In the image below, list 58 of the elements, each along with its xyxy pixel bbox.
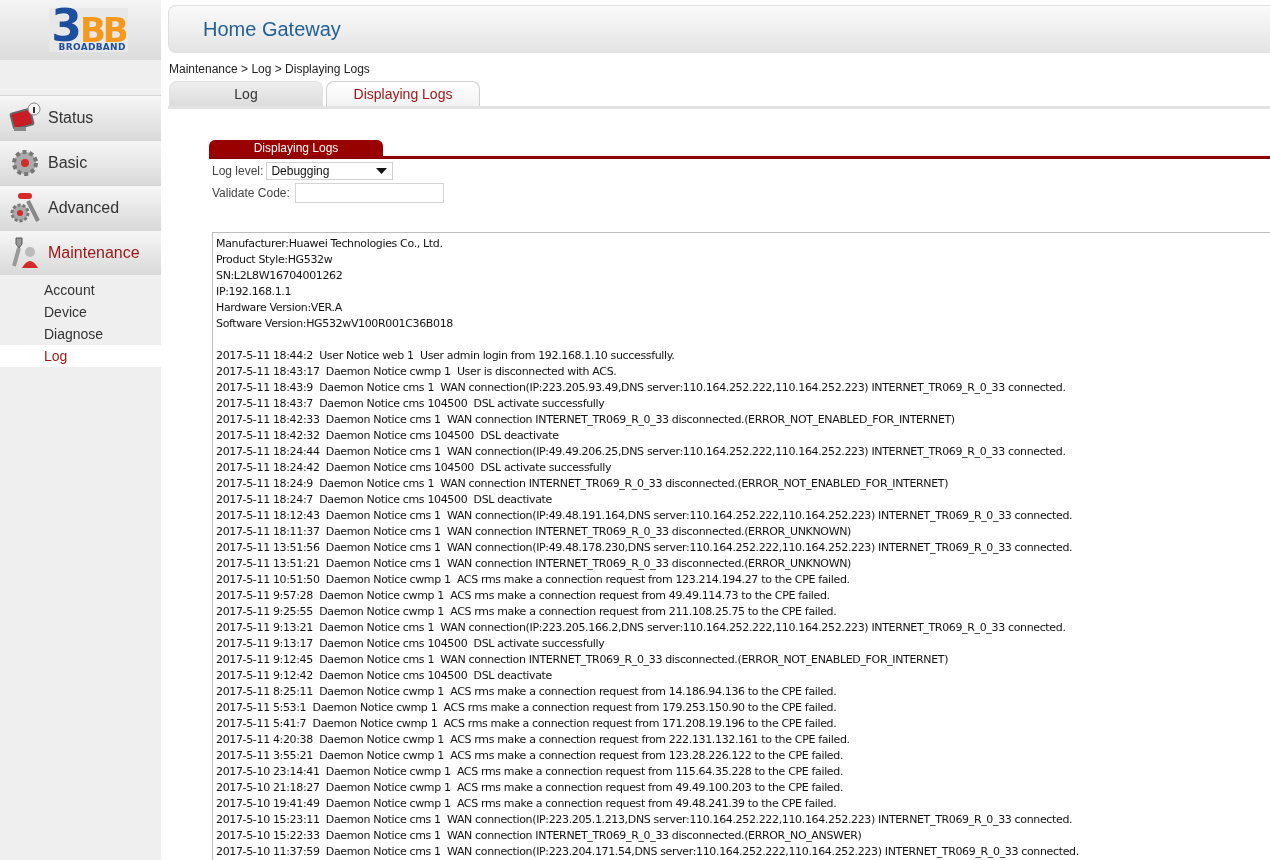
- log-line: 2017-5-11 9:12:45 Daemon Notice cms 1 WAN connection INTERNET_TR069_R_0_33 disconnected.(ERROR_NOT_ENABLED_FOR_INTERNET): [216, 652, 950, 668]
- log-line: 2017-5-10 19:41:49 Daemon Notice cwmp 1 ACS rms make a connection request from 49.48.241.39 to the CPE failed.: [216, 796, 838, 812]
- log-line: 2017-5-11 18:43:7 Daemon Notice cms 104500 DSL activate successfully: [216, 396, 606, 412]
- log-line: 2017-5-11 5:53:1 Daemon Notice cwmp 1 ACS rms make a connection request from 179.253.150.90 to the CPE failed.: [216, 700, 838, 716]
- log-line: 2017-5-11 18:42:33 Daemon Notice cms 1 WAN connection INTERNET_TR069_R_0_33 disconnected.(ERROR_NOT_ENABLED_FOR_INTERNET): [216, 412, 956, 428]
- log-line: 2017-5-10 21:18:27 Daemon Notice cwmp 1 ACS rms make a connection request from 49.49.100.203 to the CPE failed.: [216, 780, 845, 796]
- log-line: 2017-5-11 18:11:37 Daemon Notice cms 1 WAN connection INTERNET_TR069_R_0_33 disconnected.(ERROR_UNKNOWN): [216, 524, 852, 540]
- device-info-line: Hardware Version:VER.A: [216, 300, 343, 316]
- log-line: 2017-5-11 10:51:50 Daemon Notice cwmp 1 ACS rms make a connection request from 123.214.194.27 to the CPE failed.: [216, 572, 851, 588]
- log-line: 2017-5-11 18:43:9 Daemon Notice cms 1 WAN connection(IP:223.205.93.49,DNS server:110.164.252.222,110.164.252.223) INTERNET_TR069_R_0_33 connected.: [216, 380, 1067, 396]
- sidebar-subitem[interactable]: Account: [0, 279, 161, 301]
- log-line: 2017-5-11 3:55:21 Daemon Notice cwmp 1 ACS rms make a connection request from 123.28.226.122 to the CPE failed.: [216, 748, 845, 764]
- page-title: Home Gateway: [203, 17, 341, 41]
- log-line: 2017-5-11 5:41:7 Daemon Notice cwmp 1 ACS rms make a connection request from 171.208.19.196 to the CPE failed.: [216, 716, 838, 732]
- sidebar-subitem[interactable]: Device: [0, 301, 161, 323]
- sidebar-item[interactable]: Advanced: [0, 185, 161, 230]
- sidebar-item[interactable]: Basic: [0, 140, 161, 185]
- sidebar-subitem[interactable]: Log: [0, 345, 161, 367]
- log-line: 2017-5-11 18:42:32 Daemon Notice cms 104500 DSL deactivate: [216, 428, 560, 444]
- log-line: 2017-5-11 18:24:42 Daemon Notice cms 104500 DSL activate successfully: [216, 460, 613, 476]
- tab[interactable]: Displaying Logs: [326, 81, 480, 106]
- log-line: 2017-5-11 8:25:11 Daemon Notice cwmp 1 ACS rms make a connection request from 14.186.94.136 to the CPE failed.: [216, 684, 838, 700]
- device-info-line: Product Style:HG532w: [216, 252, 334, 268]
- log-line: 2017-5-11 4:20:38 Daemon Notice cwmp 1 ACS rms make a connection request from 222.131.132.161 to the CPE failed.: [216, 732, 851, 748]
- log-line: 2017-5-11 18:24:7 Daemon Notice cms 104500 DSL deactivate: [216, 492, 553, 508]
- log-line: 2017-5-10 15:22:33 Daemon Notice cms 1 WAN connection INTERNET_TR069_R_0_33 disconnected.(ERROR_NO_ANSWER): [216, 828, 863, 844]
- log-line: 2017-5-11 9:57:28 Daemon Notice cwmp 1 ACS rms make a connection request from 49.49.114.73 to the CPE failed.: [216, 588, 831, 604]
- log-text-area[interactable]: [212, 232, 1270, 860]
- sidebar-item[interactable]: Status: [0, 95, 161, 140]
- device-info-line: Manufacturer:Huawei Technologies Co., Ltd.: [216, 236, 444, 252]
- field-label: Validate Code:: [212, 186, 290, 200]
- log-line: 2017-5-11 18:24:9 Daemon Notice cms 1 WAN connection INTERNET_TR069_R_0_33 disconnected.(ERROR_NOT_ENABLED_FOR_INTERNET): [216, 476, 950, 492]
- gears-tools-icon: [8, 191, 42, 225]
- log-line: 2017-5-11 13:51:21 Daemon Notice cms 1 WAN connection INTERNET_TR069_R_0_33 disconnected.(ERROR_UNKNOWN): [216, 556, 852, 572]
- sidebar-subitem[interactable]: Diagnose: [0, 323, 161, 345]
- tab[interactable]: Log: [169, 81, 323, 106]
- log-line: 2017-5-11 13:51:56 Daemon Notice cms 1 WAN connection(IP:49.48.178.230,DNS server:110.164.252.222,110.164.252.223) INTERNET_TR069_R_0_33 connected.: [216, 540, 1074, 556]
- log-line: 2017-5-10 23:14:41 Daemon Notice cwmp 1 ACS rms make a connection request from 115.64.35.228 to the CPE failed.: [216, 764, 845, 780]
- log-line: 2017-5-11 9:12:42 Daemon Notice cms 104500 DSL deactivate: [216, 668, 553, 684]
- log-line: 2017-5-11 9:13:17 Daemon Notice cms 104500 DSL activate successfully: [216, 636, 606, 652]
- log-line: 2017-5-11 18:44:2 User Notice web 1 User admin login from 192.168.1.10 successfully.: [216, 348, 676, 364]
- device-info-line: Software Version:HG532wV100R001C36B018: [216, 316, 454, 332]
- section-title: Displaying Logs: [209, 140, 383, 156]
- validate-code-field[interactable]: [294, 183, 444, 203]
- log-line: 2017-5-10 15:23:11 Daemon Notice cms 1 WAN connection(IP:223.205.1.213,DNS server:110.164.252.222,110.164.252.223) INTERNET_TR069_R_0_33 connected.: [216, 812, 1074, 828]
- log-line: 2017-5-11 18:43:17 Daemon Notice cwmp 1 User is disconnected with ACS.: [216, 364, 618, 380]
- log-level-select[interactable]: Debugging: [266, 162, 394, 180]
- device-info-line: SN:L2L8W16704001262: [216, 268, 344, 284]
- breadcrumb: Maintenance > Log > Displaying Logs: [169, 62, 371, 76]
- log-line: 2017-5-11 18:12:43 Daemon Notice cms 1 WAN connection(IP:49.48.191.164,DNS server:110.164.252.222,110.164.252.223) INTERNET_TR069_R_0_33 connected.: [216, 508, 1074, 524]
- device-info-line: IP:192.168.1.1: [216, 284, 293, 300]
- dropdown-caret-icon: [376, 168, 388, 174]
- log-line: 2017-5-11 18:24:44 Daemon Notice cms 1 WAN connection(IP:49.49.206.25,DNS server:110.164.252.222,110.164.252.223) INTERNET_TR069_R_0_33 connected.: [216, 444, 1067, 460]
- log-line: 2017-5-11 9:25:55 Daemon Notice cwmp 1 ACS rms make a connection request from 211.108.25.75 to the CPE failed.: [216, 604, 838, 620]
- log-line: 2017-5-11 9:13:21 Daemon Notice cms 1 WAN connection(IP:223.205.166.2,DNS server:110.164.252.222,110.164.252.223) INTERNET_TR069_R_0_33 connected.: [216, 620, 1067, 636]
- sidebar-item[interactable]: Maintenance: [0, 230, 161, 275]
- log-line: 2017-5-10 11:37:59 Daemon Notice cms 1 WAN connection(IP:223.204.171.54,DNS server:110.164.252.222,110.164.252.223) INTERNET_TR069_R_0_33 connected.: [216, 844, 1080, 860]
- field-label: Log level:: [212, 164, 264, 178]
